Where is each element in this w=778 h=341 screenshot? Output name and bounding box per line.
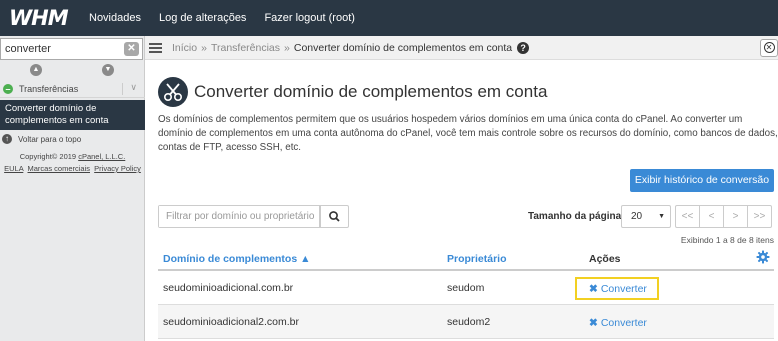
page-description: Os domínios de complementos permitem que… [158,114,778,153]
collapse-all-icon[interactable]: ▲ [30,64,42,76]
top-nav: Novidades Log de alterações Fazer logout… [89,12,373,24]
copyright-text: Copyright© 2019 [19,152,77,161]
sidebar-search-input[interactable] [1,39,116,59]
convert-button[interactable]: ✖ Converter [575,311,659,334]
column-domain[interactable]: Domínio de complementos ▲ [163,253,311,265]
table-header: Domínio de complementos ▲ Proprietário A… [158,247,774,271]
addon-domains-table: Domínio de complementos ▲ Proprietário A… [158,247,774,339]
trademarks-link[interactable]: Marcas comerciais [27,164,90,173]
back-to-top-label: Voltar para o topo [18,134,82,144]
sidebar-item-convert-addon[interactable]: Converter domínio de complementos em con… [0,100,145,130]
domain-cell: seudominioadicional2.com.br [163,316,299,328]
first-page-button[interactable]: << [675,205,700,228]
page-size-label: Tamanho da página [528,211,622,222]
sidebar-footer: Copyright© 2019 cPanel, L.L.C. EULA Marc… [0,151,145,175]
breadcrumb-current: Converter domínio de complementos em con… [293,41,513,54]
sidebar-search: ✕ [0,38,143,60]
breadcrumb-home[interactable]: Início [172,42,197,54]
owner-cell: seudom2 [447,316,491,328]
nav-news-link[interactable]: Novidades [89,12,141,24]
minus-circle-icon: – [3,83,13,94]
owner-cell: seudom [447,282,485,294]
sidebar-category-label: Transferências [19,83,79,94]
menu-icon[interactable] [149,41,162,55]
pagination: << < > >> [675,205,772,228]
breadcrumb: Início » Transferências » Converter domí… [172,41,530,54]
table-row: seudominioadicional2.com.br seudom2 ✖ Con… [158,305,774,339]
close-icon: ✕ [763,42,775,53]
collapse-controls: ▲ ▼ [0,63,145,77]
breadcrumb-section[interactable]: Transferências [211,42,280,54]
convert-label: Converter [600,283,647,295]
cpanel-link[interactable]: cPanel, L.L.C. [78,152,125,161]
scissors-icon [158,77,188,107]
chevron-down-icon[interactable]: ∨ [130,82,137,93]
convert-label: Converter [600,317,647,329]
expand-all-icon[interactable]: ▼ [102,64,114,76]
arrow-up-icon: ↑ [2,134,12,144]
breadcrumb-bar: Início » Transferências » Converter domí… [145,36,778,60]
column-owner[interactable]: Proprietário [447,253,507,265]
page-size-value: 20 [631,211,643,222]
wrench-icon: ✖ [589,317,598,329]
column-actions: Ações [589,253,621,265]
domain-cell: seudominioadicional.com.br [163,282,294,294]
close-button[interactable]: ✕ [760,39,778,57]
help-icon[interactable]: ? [517,41,530,54]
search-icon [329,211,340,222]
caret-down-icon: ▼ [658,213,665,220]
table-row: seudominioadicional.com.br seudom ✖ Conve… [158,271,774,305]
sidebar-category-transfers[interactable]: – Transferências ∨ [0,80,145,98]
results-count: Exibindo 1 a 8 de 8 itens [680,235,774,245]
filter-input[interactable] [159,206,317,227]
next-page-button[interactable]: > [723,205,748,228]
whm-logo[interactable]: WHM [9,6,79,30]
divider [122,83,123,95]
nav-changelog-link[interactable]: Log de alterações [159,12,246,24]
wrench-icon: ✖ [589,283,598,295]
page-title: Converter domínio de complementos em con… [194,82,548,101]
last-page-button[interactable]: >> [747,205,772,228]
sidebar: ✕ ▲ ▼ – Transferências ∨ Converter domín… [0,36,145,341]
view-history-button[interactable]: Exibir histórico de conversão [630,169,774,192]
gear-icon[interactable] [756,250,770,264]
top-bar: WHM Novidades Log de alterações Fazer lo… [0,0,778,36]
filter-field [158,205,320,228]
nav-logout-link[interactable]: Fazer logout (root) [264,12,354,24]
search-button[interactable] [320,205,349,228]
eula-link[interactable]: EULA [4,164,23,173]
convert-button[interactable]: ✖ Converter [575,277,659,300]
prev-page-button[interactable]: < [699,205,724,228]
privacy-link[interactable]: Privacy Policy [94,164,141,173]
clear-search-icon[interactable]: ✕ [124,42,139,56]
back-to-top-link[interactable]: ↑ Voltar para o topo [2,134,81,144]
page-size-select[interactable]: 20 ▼ [621,205,671,228]
